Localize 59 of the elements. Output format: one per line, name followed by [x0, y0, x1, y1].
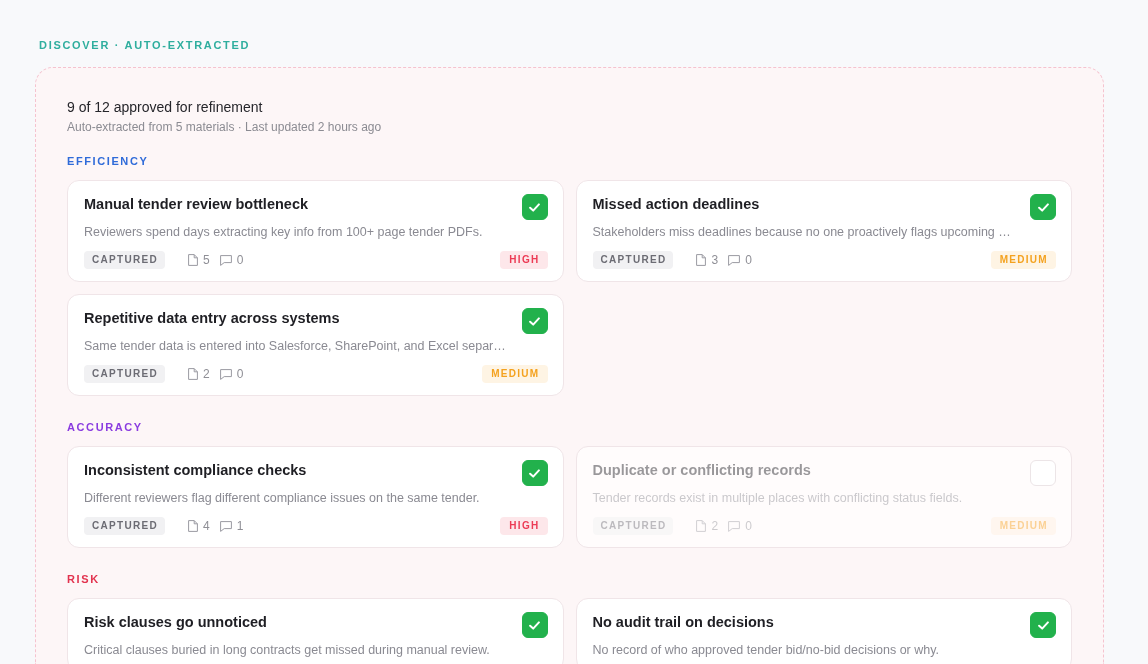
category-label: ACCURACY	[67, 420, 143, 434]
comment-icon	[219, 254, 232, 266]
card-title: Missed action deadlines	[592, 195, 760, 214]
checkbox[interactable]	[1030, 194, 1056, 220]
card-title: Repetitive data entry across systems	[84, 309, 340, 328]
status-tag: CAPTURED	[84, 517, 165, 535]
comment-count: 0	[236, 253, 244, 267]
status-tag: CAPTURED	[84, 251, 165, 269]
document-icon	[696, 254, 707, 266]
checkbox[interactable]	[521, 194, 548, 220]
priority-tag: HIGH	[500, 517, 548, 535]
card-title: Risk clauses go unnoticed	[84, 613, 267, 632]
check-icon	[529, 468, 540, 478]
check-icon	[1037, 620, 1049, 630]
checkbox[interactable]	[521, 308, 548, 334]
card-description: Reviewers spend days extracting key info from 100+ page tender PDFs.	[84, 224, 484, 240]
document-count: 2	[202, 367, 210, 381]
card-description: Stakeholders miss deadlines because no one proactively flags upcoming …	[592, 224, 1012, 240]
card-description: Different reviewers flag different compliance issues on the same tender.	[84, 490, 481, 506]
comment-count: 0	[236, 367, 244, 381]
document-count: 4	[202, 519, 210, 533]
document-icon	[187, 368, 198, 380]
card-title: Duplicate or conflicting records	[592, 461, 811, 480]
card-description: Critical clauses buried in long contracts get missed during manual review.	[84, 642, 491, 658]
checkbox[interactable]	[521, 612, 548, 638]
priority-tag: HIGH	[500, 251, 548, 269]
priority-tag: MEDIUM	[990, 517, 1056, 535]
document-icon	[187, 520, 198, 532]
comment-icon	[728, 254, 741, 266]
check-icon	[529, 316, 540, 326]
card-title: No audit trail on decisions	[592, 613, 774, 632]
card-title: Manual tender review bottleneck	[84, 195, 308, 214]
comment-icon	[728, 520, 741, 532]
category-label: EFFICIENCY	[67, 154, 149, 168]
card-description: No record of who approved tender bid/no-bid decisions or why.	[592, 642, 940, 658]
status-tag: CAPTURED	[84, 365, 165, 383]
section-eyebrow: DISCOVER · AUTO-EXTRACTED	[39, 38, 251, 52]
check-icon	[529, 202, 540, 212]
priority-tag: MEDIUM	[482, 365, 548, 383]
comment-count: 1	[236, 519, 244, 533]
card-description: Same tender data is entered into Salesforce, SharePoint, and Excel separ…	[84, 338, 507, 354]
comment-icon	[219, 368, 232, 380]
summary-subtitle: Auto-extracted from 5 materials · Last updated 2 hours ago	[67, 119, 383, 135]
comment-count: 0	[745, 253, 752, 267]
status-tag: CAPTURED	[592, 251, 674, 269]
check-icon	[1037, 202, 1049, 212]
card-title: Inconsistent compliance checks	[84, 461, 307, 480]
check-icon	[529, 620, 540, 630]
priority-tag: MEDIUM	[990, 251, 1056, 269]
document-count: 3	[711, 253, 719, 267]
summary-title: 9 of 12 approved for refinement	[67, 98, 264, 116]
category-label: RISK	[67, 572, 100, 586]
document-count: 5	[202, 253, 210, 267]
document-icon	[187, 254, 198, 266]
status-tag: CAPTURED	[592, 517, 674, 535]
document-icon	[696, 520, 707, 532]
checkbox[interactable]	[521, 460, 548, 486]
checkbox[interactable]	[1030, 612, 1056, 638]
comment-icon	[219, 520, 232, 532]
